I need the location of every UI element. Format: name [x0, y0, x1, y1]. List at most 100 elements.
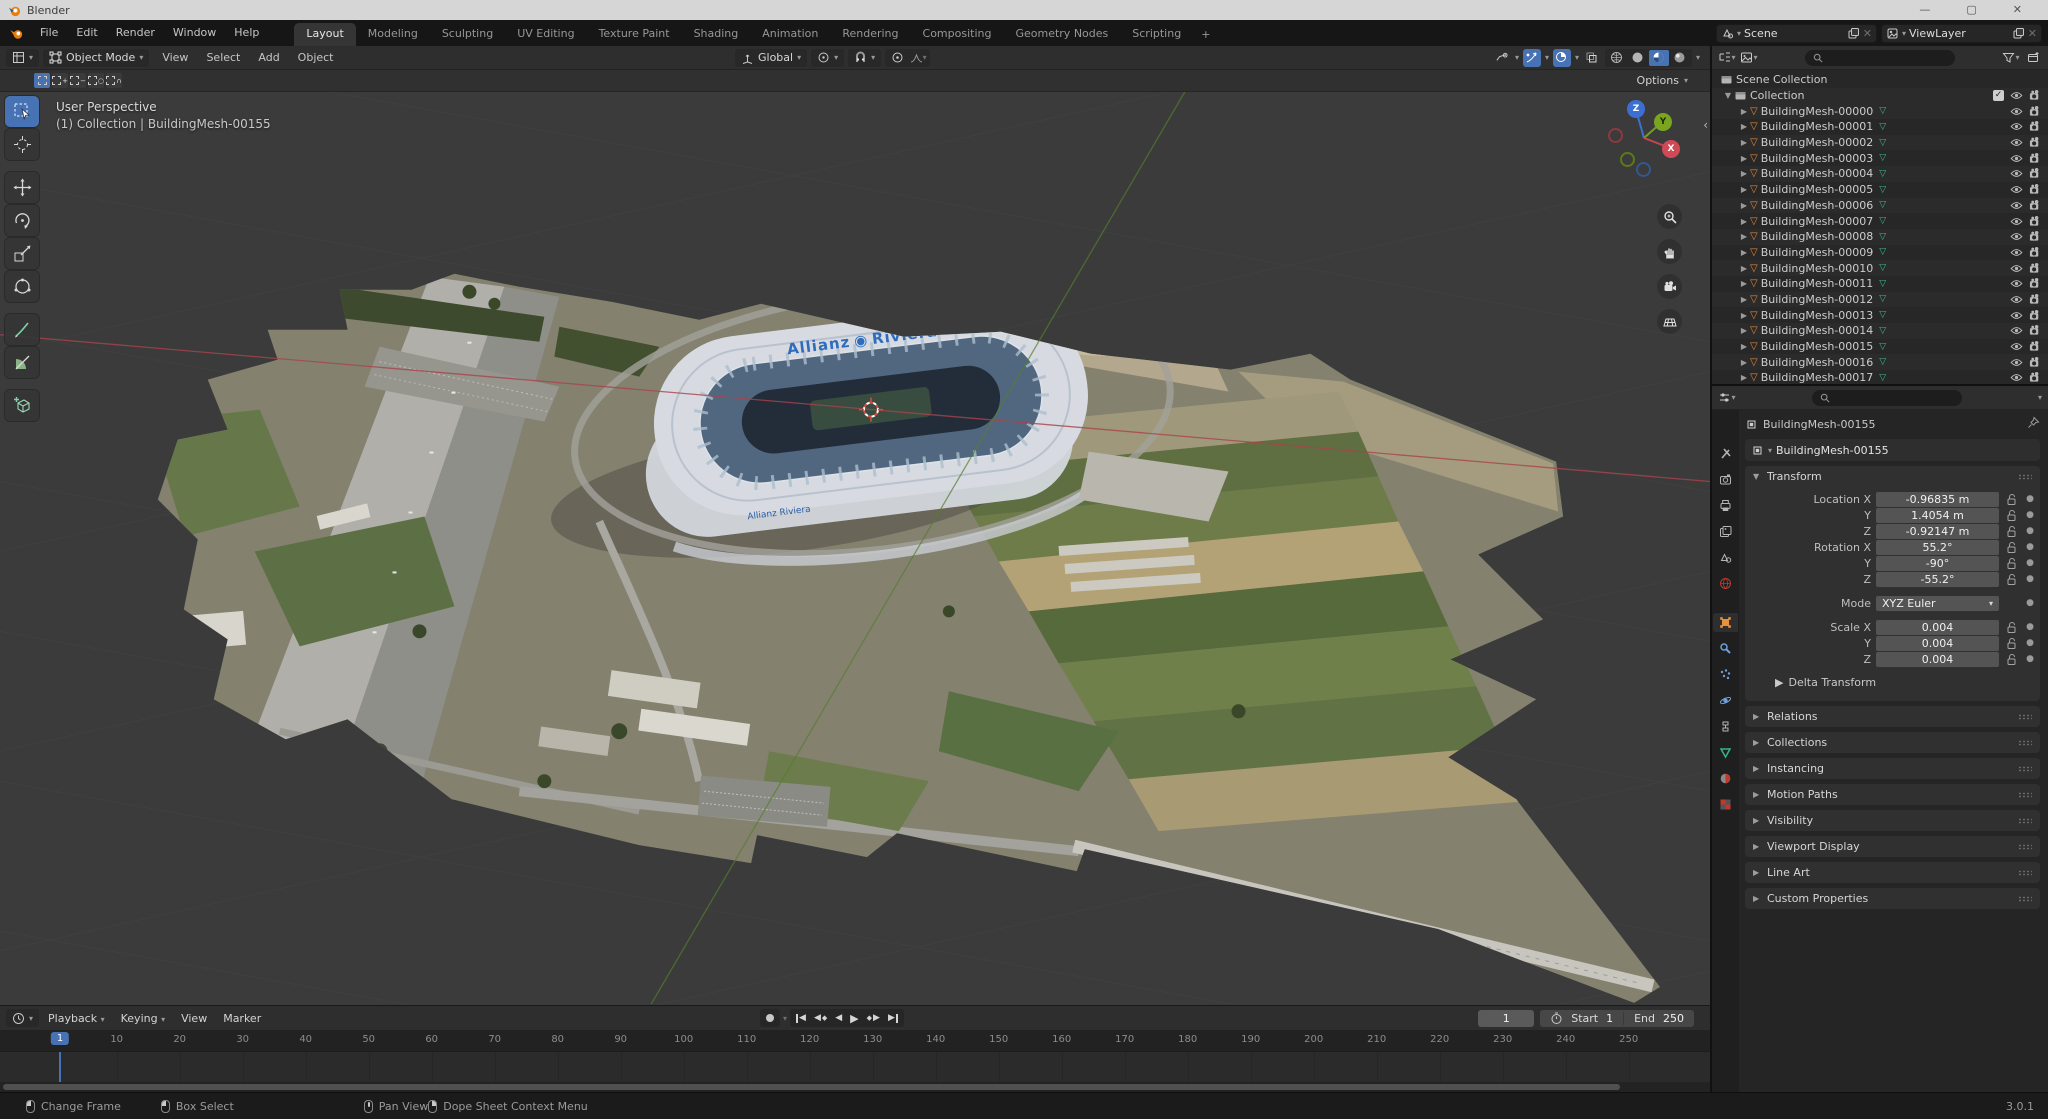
lock-icon[interactable] — [2004, 525, 2019, 538]
outliner-object-row[interactable]: ▶ ▽ BuildingMesh-00006 ▽ — [1712, 198, 2048, 214]
tab-render[interactable] — [1713, 470, 1738, 489]
outliner-object-row[interactable]: ▶ ▽ BuildingMesh-00017 ▽ — [1712, 370, 2048, 384]
workspace-tab[interactable]: Layout — [294, 23, 355, 46]
play-reverse-button[interactable]: ◀ — [832, 1013, 845, 1023]
panel-grip-icon[interactable] — [2018, 818, 2032, 824]
tab-physics[interactable] — [1713, 691, 1738, 710]
select-mode-invert[interactable]: ○ — [88, 73, 104, 88]
lock-icon[interactable] — [2004, 509, 2019, 522]
mode-dropdown[interactable]: Object Mode ▾ — [43, 49, 149, 67]
camera-disable-icon[interactable] — [2029, 183, 2042, 196]
workspace-tab[interactable]: Shading — [682, 23, 751, 46]
animate-dot[interactable]: ● — [2024, 654, 2036, 664]
tool-select-box[interactable] — [5, 96, 39, 127]
proportional-edit-toggle[interactable] — [887, 50, 907, 66]
tool-transform[interactable] — [5, 271, 39, 302]
animate-dot[interactable]: ● — [2024, 526, 2036, 536]
camera-disable-icon[interactable] — [2029, 89, 2042, 102]
tab-world[interactable] — [1713, 574, 1738, 593]
camera-disable-icon[interactable] — [2029, 167, 2042, 180]
menu-item[interactable]: Render — [107, 20, 164, 46]
proportional-falloff-dropdown[interactable]: ▾ — [908, 50, 928, 66]
expand-icon[interactable]: ▶ — [1738, 169, 1750, 178]
eye-icon[interactable] — [2010, 356, 2023, 369]
tool-measure[interactable] — [5, 347, 39, 378]
transform-value-field[interactable]: -55.2° — [1876, 572, 1999, 587]
expand-icon[interactable]: ▶ — [1738, 138, 1750, 147]
transform-value-field[interactable]: 0.004 — [1876, 636, 1999, 651]
workspace-tab[interactable]: Compositing — [911, 23, 1004, 46]
outliner-object-row[interactable]: ▶ ▽ BuildingMesh-00010 ▽ — [1712, 260, 2048, 276]
playback-menu[interactable]: Playback ▾ — [41, 1012, 112, 1025]
eye-icon[interactable] — [2010, 262, 2023, 275]
tab-scene[interactable] — [1713, 548, 1738, 567]
expand-icon[interactable]: ▶ — [1738, 358, 1750, 367]
outliner-object-row[interactable]: ▶ ▽ BuildingMesh-00008 ▽ — [1712, 229, 2048, 245]
camera-disable-icon[interactable] — [2029, 152, 2042, 165]
eye-icon[interactable] — [2010, 136, 2023, 149]
expand-icon[interactable]: ▶ — [1738, 279, 1750, 288]
eye-icon[interactable] — [2010, 309, 2023, 322]
eye-icon[interactable] — [2010, 215, 2023, 228]
lock-icon[interactable] — [2004, 621, 2019, 634]
transform-value-field[interactable]: 55.2° — [1876, 540, 1999, 555]
scene-selector[interactable]: ▾ Scene ✕ — [1716, 24, 1877, 43]
pivot-point-dropdown[interactable]: ▾ — [811, 49, 844, 67]
marker-menu[interactable]: Marker — [216, 1012, 268, 1025]
expand-icon[interactable]: ▶ — [1738, 264, 1750, 273]
keying-set-dropdown[interactable]: ▾ — [783, 1014, 787, 1023]
camera-disable-icon[interactable] — [2029, 136, 2042, 149]
expand-icon[interactable]: ▶ — [1738, 154, 1750, 163]
scrollbar-thumb[interactable] — [3, 1084, 1620, 1090]
animate-dot[interactable]: ● — [2024, 558, 2036, 568]
timeline-ruler[interactable]: 1 10203040506070809010011012013014015016… — [0, 1030, 1710, 1052]
shading-rendered-button[interactable] — [1670, 50, 1690, 66]
outliner-search[interactable] — [1805, 50, 1955, 66]
lock-icon[interactable] — [2004, 653, 2019, 666]
tab-object-data[interactable] — [1713, 743, 1738, 762]
outliner-object-row[interactable]: ▶ ▽ BuildingMesh-00015 ▽ — [1712, 339, 2048, 355]
outliner-filter-id-dropdown[interactable]: ▾ — [1740, 49, 1758, 67]
expand-icon[interactable]: ▶ — [1738, 107, 1750, 116]
rotation-mode-dropdown[interactable]: XYZ Euler▾ — [1876, 596, 1999, 611]
eye-icon[interactable] — [2010, 89, 2023, 102]
snap-toggle[interactable]: ▾ — [848, 49, 881, 67]
collapsed-panel[interactable]: ▶ Relations — [1745, 706, 2040, 727]
gizmo-z-axis[interactable]: Z — [1627, 100, 1645, 118]
viewport-menu-item[interactable]: View — [153, 45, 197, 71]
xray-toggle[interactable] — [1583, 49, 1601, 67]
tool-move[interactable] — [5, 172, 39, 203]
camera-disable-icon[interactable] — [2029, 324, 2042, 337]
object-visibility-dropdown[interactable] — [1493, 49, 1511, 67]
navigation-gizmo[interactable]: Z Y X — [1596, 100, 1686, 190]
tab-view-layer[interactable] — [1713, 522, 1738, 541]
transform-value-field[interactable]: -90° — [1876, 556, 1999, 571]
outliner-row-collection[interactable]: ▼ Collection ✓ — [1712, 88, 2048, 104]
expand-icon[interactable]: ▶ — [1738, 326, 1750, 335]
collapsed-panel[interactable]: ▶ Motion Paths — [1745, 784, 2040, 805]
options-dropdown[interactable]: Options ▾ — [1637, 74, 1702, 87]
delta-transform-subpanel[interactable]: ▶ Delta Transform — [1749, 673, 2036, 691]
eye-icon[interactable] — [2010, 340, 2023, 353]
shading-solid-button[interactable] — [1628, 50, 1648, 66]
transform-value-field[interactable]: -0.92147 m — [1876, 524, 1999, 539]
minimize-button[interactable]: — — [1919, 0, 1930, 20]
remove-viewlayer-icon[interactable]: ✕ — [2028, 27, 2037, 40]
keying-menu[interactable]: Keying ▾ — [114, 1012, 172, 1025]
camera-disable-icon[interactable] — [2029, 309, 2042, 322]
select-mode-new[interactable] — [34, 73, 50, 88]
animate-dot[interactable]: ● — [2024, 574, 2036, 584]
collapsed-panel[interactable]: ▶ Instancing — [1745, 758, 2040, 779]
camera-disable-icon[interactable] — [2029, 120, 2042, 133]
sidebar-toggle-arrow[interactable]: ‹ — [1703, 118, 1708, 132]
start-frame-field[interactable]: Start1 — [1540, 1012, 1623, 1025]
properties-editor-type-button[interactable]: ▾ — [1718, 389, 1736, 407]
expand-icon[interactable]: ▶ — [1738, 248, 1750, 257]
animate-dot[interactable]: ● — [2024, 598, 2036, 608]
outliner-object-row[interactable]: ▶ ▽ BuildingMesh-00009 ▽ — [1712, 245, 2048, 261]
workspace-tab[interactable]: Sculpting — [430, 23, 505, 46]
workspace-tab[interactable]: Geometry Nodes — [1003, 23, 1120, 46]
tab-texture[interactable] — [1713, 795, 1738, 814]
camera-disable-icon[interactable] — [2029, 293, 2042, 306]
timeline-editor-type-button[interactable]: ▾ — [6, 1009, 39, 1027]
